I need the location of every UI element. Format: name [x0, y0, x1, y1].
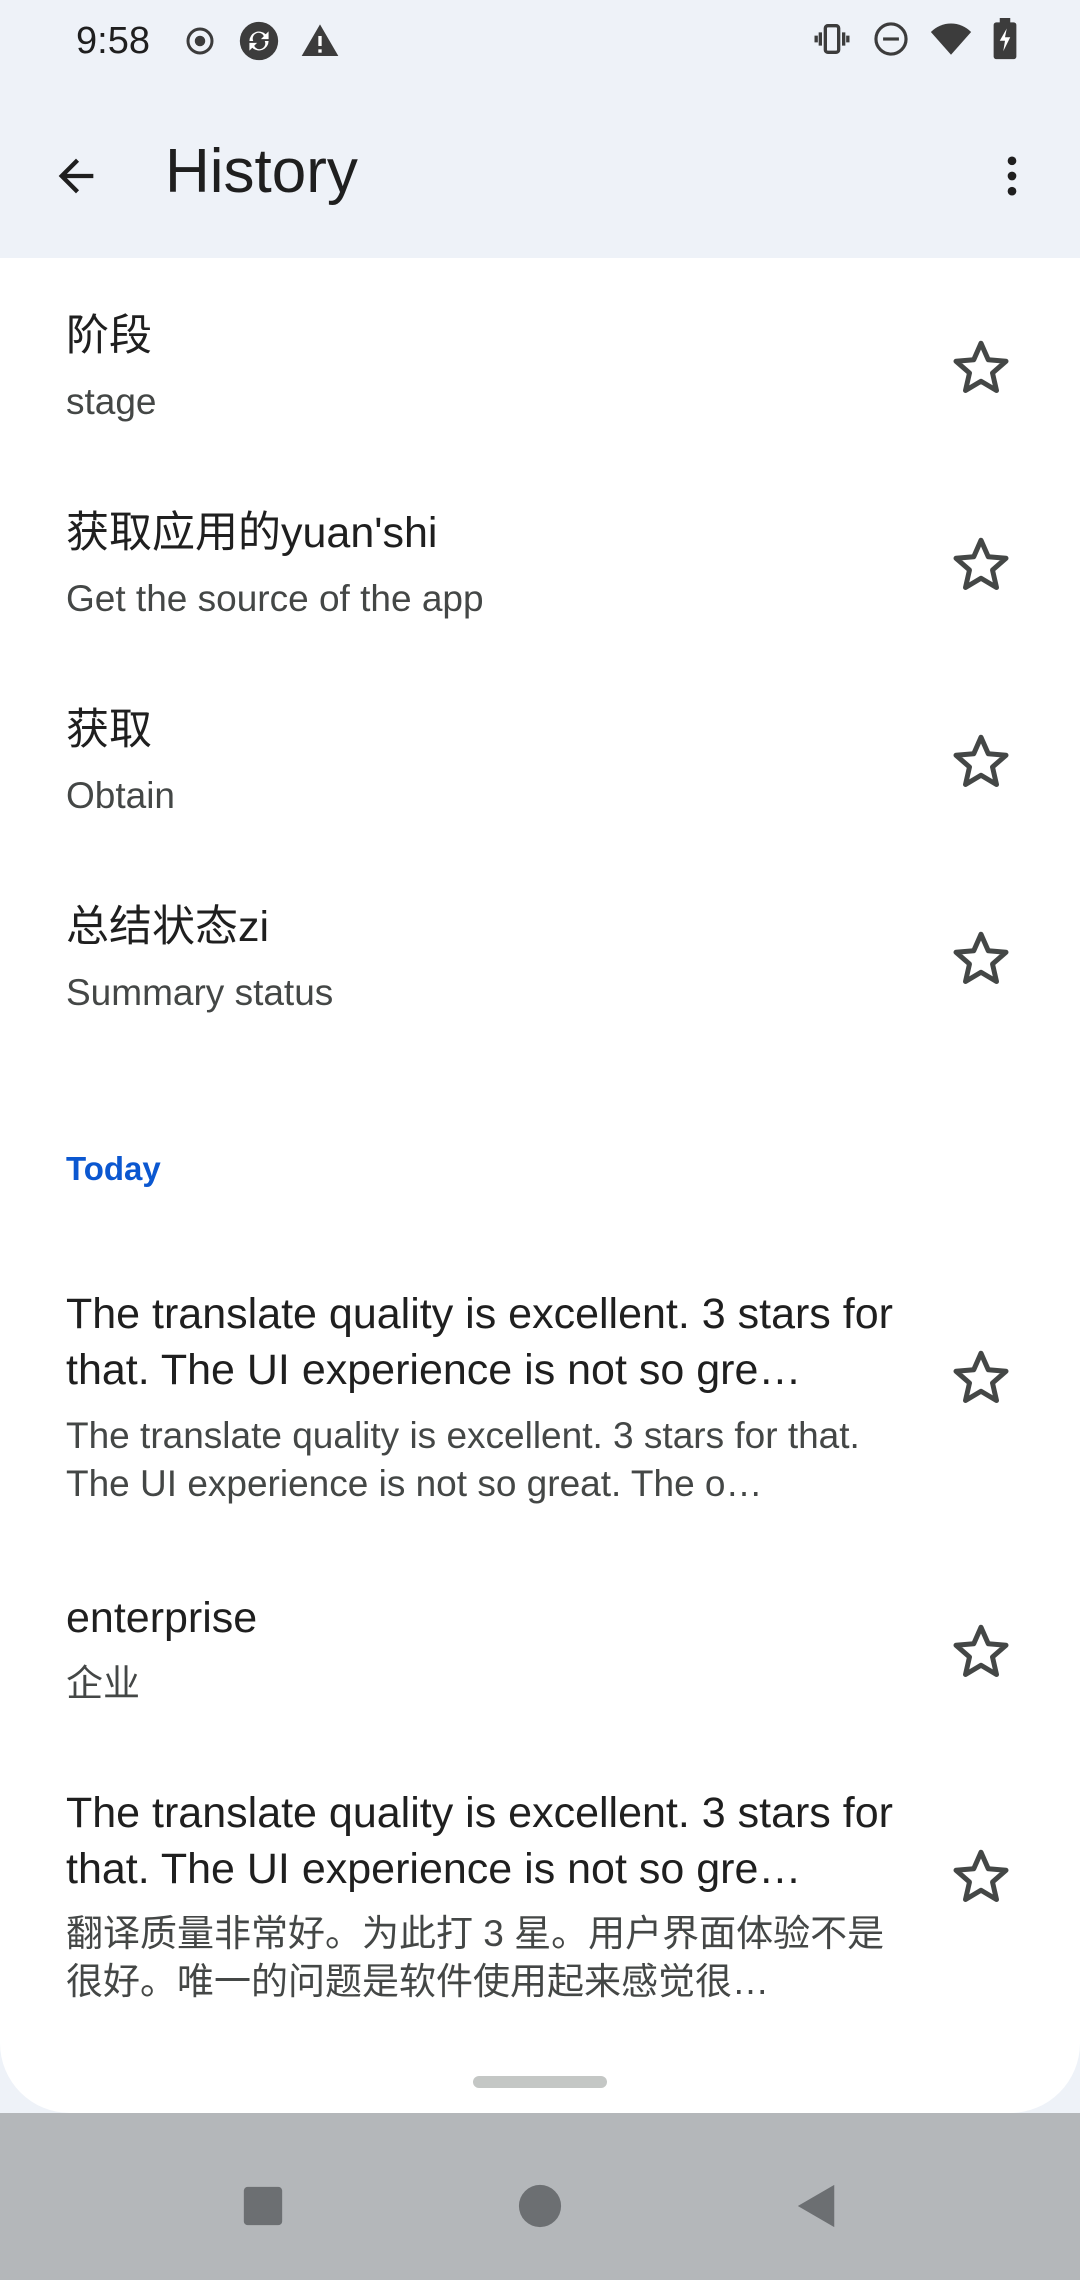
history-item-translation: The translate quality is excellent. 3 st… [66, 1415, 860, 1504]
history-item-source: The translate quality is excellent. 3 st… [66, 1290, 893, 1394]
home-button[interactable] [495, 2163, 585, 2253]
section-header-today: Today [66, 1150, 161, 1187]
wifi-icon [930, 18, 972, 65]
more-options-button[interactable] [974, 140, 1050, 216]
warning-icon [300, 21, 340, 66]
history-item-translation: Get the source of the app [66, 578, 484, 619]
app-bar: History [0, 88, 1080, 258]
history-item-translation: stage [66, 381, 157, 422]
star-button[interactable] [940, 1612, 1022, 1694]
status-bar: 9:58 [0, 0, 1080, 88]
history-item-source: 总结状态zi [66, 903, 270, 951]
history-item[interactable]: The translate quality is excellent. 3 st… [0, 1268, 1080, 1540]
star-button[interactable] [940, 722, 1022, 804]
history-item[interactable]: 阶段 stage [0, 258, 1080, 455]
triangle-back-icon [794, 2183, 840, 2234]
more-vert-icon [986, 150, 1038, 207]
star-outline-icon [951, 1347, 1011, 1412]
star-button[interactable] [940, 328, 1022, 410]
history-item[interactable]: enterprise 企业 [0, 1570, 1080, 1767]
page-title: History [165, 137, 358, 206]
recents-button[interactable] [218, 2163, 308, 2253]
history-item[interactable]: 获取 Obtain [0, 652, 1080, 849]
history-item[interactable]: 总结状态zi Summary status [0, 849, 1080, 1046]
star-outline-icon [951, 534, 1011, 599]
star-outline-icon [951, 731, 1011, 796]
back-nav-button[interactable] [772, 2163, 862, 2253]
star-button[interactable] [940, 1338, 1022, 1420]
history-item-source: The translate quality is excellent. 3 st… [66, 1789, 893, 1893]
history-item[interactable]: The translate quality is excellent. 3 st… [0, 1767, 1080, 2057]
arrow-back-icon [50, 150, 102, 207]
status-left-icons [182, 18, 340, 69]
history-item-source: 获取应用的yuan'shi [66, 509, 438, 557]
back-button[interactable] [38, 140, 114, 216]
history-item-source: 获取 [66, 706, 152, 754]
history-list[interactable]: 阶段 stage 获取应用的yuan'shi Get the source of… [0, 258, 1080, 2113]
navigation-bar [0, 2113, 1080, 2280]
history-item-source: enterprise [66, 1594, 258, 1642]
star-outline-icon [951, 337, 1011, 402]
record-icon [182, 23, 218, 64]
star-outline-icon [951, 1621, 1011, 1686]
drag-handle[interactable] [473, 2076, 607, 2088]
vibrate-icon [812, 19, 852, 64]
star-outline-icon [951, 1846, 1011, 1911]
do-not-disturb-icon [872, 20, 910, 63]
history-item-translation: 企业 [66, 1663, 140, 1704]
status-right-icons [812, 18, 1018, 65]
square-icon [240, 2183, 286, 2234]
history-item-translation: Summary status [66, 972, 334, 1013]
star-button[interactable] [940, 525, 1022, 607]
star-outline-icon [951, 928, 1011, 993]
history-item-source: 阶段 [66, 312, 152, 360]
star-button[interactable] [940, 919, 1022, 1001]
history-item[interactable]: 获取应用的yuan'shi Get the source of the app [0, 455, 1080, 652]
star-button[interactable] [940, 1837, 1022, 1919]
sync-icon [236, 18, 282, 69]
status-time: 9:58 [76, 20, 150, 62]
circle-icon [517, 2183, 563, 2234]
history-item-translation: 翻译质量非常好。为此打 3 星。用户界面体验不是很好。唯一的问题是软件使用起来感… [66, 1913, 885, 2002]
history-item-translation: Obtain [66, 775, 176, 816]
battery-charging-icon [992, 18, 1018, 65]
